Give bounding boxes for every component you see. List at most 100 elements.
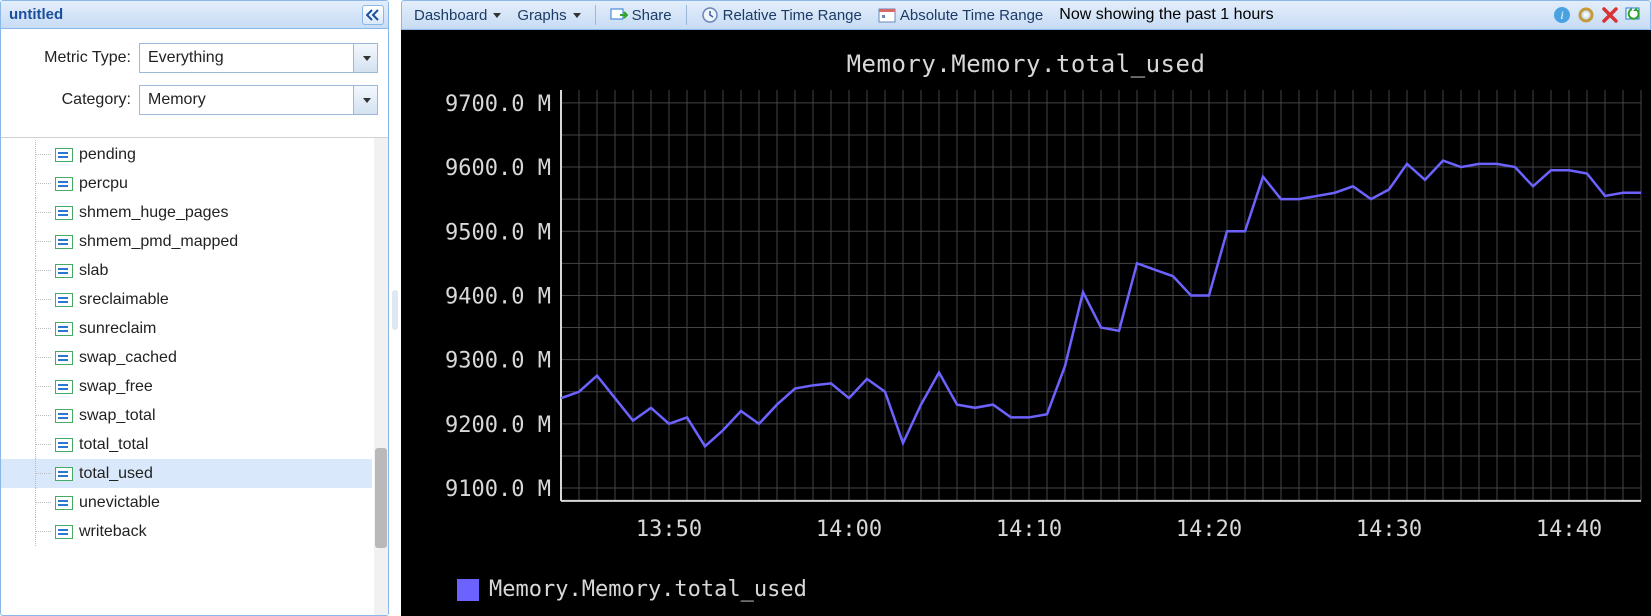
metric-icon <box>55 496 73 510</box>
main: Dashboard Graphs Share Relative Time Ran… <box>401 0 1651 616</box>
settings-button[interactable] <box>1576 5 1596 25</box>
metric-icon <box>55 525 73 539</box>
time-status: Now showing the past 1 hours <box>1059 6 1273 24</box>
tree-item-label: slab <box>79 262 108 280</box>
chart-legend: Memory.Memory.total_used <box>457 577 807 602</box>
category-label: Category: <box>11 91 139 109</box>
tree-item-label: shmem_huge_pages <box>79 204 228 222</box>
legend-label: Memory.Memory.total_used <box>489 577 807 602</box>
svg-text:9200.0 M: 9200.0 M <box>445 413 551 438</box>
tree-item-slab[interactable]: slab <box>1 256 372 285</box>
chevron-down-icon <box>353 86 377 114</box>
metric-icon <box>55 235 73 249</box>
tree-item-swap-free[interactable]: swap_free <box>1 372 372 401</box>
line-chart[interactable]: 9100.0 M9200.0 M9300.0 M9400.0 M9500.0 M… <box>401 85 1651 556</box>
svg-text:14:30: 14:30 <box>1356 517 1422 542</box>
toolbar-separator <box>686 5 687 25</box>
filters: Metric Type: Everything Category: Memory <box>1 29 388 137</box>
sidebar-title: untitled <box>9 6 63 23</box>
svg-text:9700.0 M: 9700.0 M <box>445 92 551 117</box>
share-button[interactable]: Share <box>604 5 678 26</box>
metric-icon <box>55 177 73 191</box>
tree-item-swap-cached[interactable]: swap_cached <box>1 343 372 372</box>
svg-text:14:40: 14:40 <box>1536 517 1602 542</box>
tree-item-pending[interactable]: pending <box>1 140 372 169</box>
relative-time-label: Relative Time Range <box>723 7 862 24</box>
chevron-down-icon <box>353 44 377 72</box>
tree-item-shmem-pmd-mapped[interactable]: shmem_pmd_mapped <box>1 227 372 256</box>
tree-item-sunreclaim[interactable]: sunreclaim <box>1 314 372 343</box>
svg-text:13:50: 13:50 <box>636 517 702 542</box>
metric-type-value: Everything <box>140 49 232 67</box>
toolbar: Dashboard Graphs Share Relative Time Ran… <box>401 0 1651 30</box>
chevron-double-left-icon <box>366 9 380 21</box>
share-label: Share <box>632 7 672 24</box>
tree-item-label: pending <box>79 146 136 164</box>
relative-time-button[interactable]: Relative Time Range <box>695 4 868 26</box>
chevron-down-icon <box>573 13 581 18</box>
svg-text:i: i <box>1560 8 1563 22</box>
metric-icon <box>55 293 73 307</box>
chart-title: Memory.Memory.total_used <box>401 50 1651 78</box>
toolbar-separator <box>595 5 596 25</box>
refresh-icon <box>1625 6 1643 24</box>
tree-item-label: total_total <box>79 436 148 454</box>
tree-item-swap-total[interactable]: swap_total <box>1 401 372 430</box>
absolute-time-label: Absolute Time Range <box>900 7 1043 24</box>
tree-item-label: sunreclaim <box>79 320 156 338</box>
share-icon <box>610 7 628 23</box>
tree-item-total-total[interactable]: total_total <box>1 430 372 459</box>
metric-icon <box>55 438 73 452</box>
tree-item-sreclaimable[interactable]: sreclaimable <box>1 285 372 314</box>
metric-icon <box>55 322 73 336</box>
graphs-menu[interactable]: Graphs <box>511 5 586 26</box>
tree-item-label: swap_cached <box>79 349 177 367</box>
metric-tree: pending percpu shmem_huge_pages shmem_pmd_m… <box>1 137 388 615</box>
sidebar-header: untitled <box>1 1 388 29</box>
scrollbar-thumb[interactable] <box>375 448 387 548</box>
tree-item-percpu[interactable]: percpu <box>1 169 372 198</box>
svg-text:14:00: 14:00 <box>816 517 882 542</box>
tree-item-label: unevictable <box>79 494 160 512</box>
graphs-label: Graphs <box>517 7 566 24</box>
collapse-sidebar-button[interactable] <box>362 5 384 25</box>
sidebar: untitled Metric Type: Everything Categor… <box>0 0 389 616</box>
splitter[interactable] <box>389 0 401 616</box>
metric-type-select[interactable]: Everything <box>139 43 378 73</box>
gear-icon <box>1577 6 1595 24</box>
svg-text:9600.0 M: 9600.0 M <box>445 156 551 181</box>
tree-item-label: percpu <box>79 175 128 193</box>
tree-item-label: swap_free <box>79 378 153 396</box>
refresh-button[interactable] <box>1624 5 1644 25</box>
tree-item-label: shmem_pmd_mapped <box>79 233 238 251</box>
svg-text:14:10: 14:10 <box>996 517 1062 542</box>
dashboard-menu[interactable]: Dashboard <box>408 5 507 26</box>
metric-icon <box>55 380 73 394</box>
tree-item-total-used[interactable]: total_used <box>1 459 372 488</box>
tree-item-label: total_used <box>79 465 153 483</box>
absolute-time-button[interactable]: Absolute Time Range <box>872 5 1049 26</box>
clock-icon <box>701 6 719 24</box>
metric-icon <box>55 467 73 481</box>
svg-text:9100.0 M: 9100.0 M <box>445 477 551 502</box>
tree-item-writeback[interactable]: writeback <box>1 517 372 546</box>
category-value: Memory <box>140 91 214 109</box>
tree-scrollbar[interactable] <box>374 138 388 615</box>
category-select[interactable]: Memory <box>139 85 378 115</box>
svg-text:14:20: 14:20 <box>1176 517 1242 542</box>
metric-icon <box>55 351 73 365</box>
delete-button[interactable] <box>1600 5 1620 25</box>
tree-item-label: sreclaimable <box>79 291 169 309</box>
tree-item-unevictable[interactable]: unevictable <box>1 488 372 517</box>
chart-area: Memory.Memory.total_used 9100.0 M 9200.0 … <box>401 30 1651 616</box>
metric-type-label: Metric Type: <box>11 49 139 67</box>
svg-text:9300.0 M: 9300.0 M <box>445 349 551 374</box>
tree-item-shmem-huge-pages[interactable]: shmem_huge_pages <box>1 198 372 227</box>
info-button[interactable]: i <box>1552 5 1572 25</box>
close-icon <box>1602 7 1618 23</box>
metric-icon <box>55 206 73 220</box>
metric-icon <box>55 148 73 162</box>
info-icon: i <box>1553 6 1571 24</box>
dashboard-label: Dashboard <box>414 7 487 24</box>
metric-icon <box>55 409 73 423</box>
